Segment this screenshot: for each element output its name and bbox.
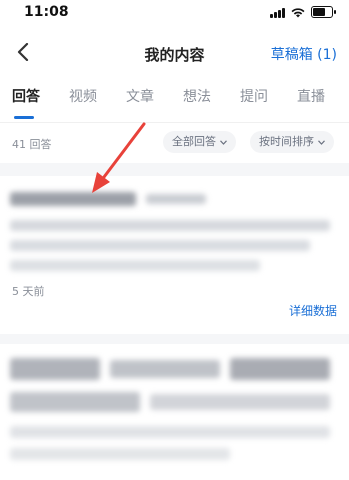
sort-dropdown[interactable]: 按时间排序 bbox=[250, 131, 334, 153]
sort-label: 按时间排序 bbox=[259, 135, 314, 148]
answer-count: 41 回答 bbox=[12, 138, 52, 151]
blurred-title-tail bbox=[146, 194, 206, 204]
blurred-title bbox=[230, 358, 330, 380]
cellular-signal-icon bbox=[270, 7, 285, 18]
blurred-title bbox=[10, 358, 100, 380]
chevron-down-icon bbox=[318, 139, 325, 145]
tab-videos[interactable]: 视频 bbox=[69, 86, 97, 106]
wifi-icon bbox=[291, 7, 305, 17]
tab-answers[interactable]: 回答 bbox=[12, 86, 40, 106]
battery-icon bbox=[311, 6, 336, 18]
blurred-text-line bbox=[10, 426, 330, 438]
tab-articles[interactable]: 文章 bbox=[126, 86, 154, 106]
detail-data-link[interactable]: 详细数据 bbox=[289, 302, 337, 319]
scope-filter-label: 全部回答 bbox=[172, 135, 216, 148]
status-bar: 11:08 bbox=[0, 0, 349, 26]
status-time: 11:08 bbox=[24, 4, 69, 20]
filter-bar: 41 回答 全部回答 按时间排序 bbox=[0, 122, 349, 163]
chevron-down-icon bbox=[220, 139, 227, 145]
status-icons bbox=[270, 6, 336, 18]
blurred-text-line bbox=[10, 448, 230, 460]
answer-card[interactable]: 5 天前 详细数据 bbox=[0, 176, 349, 334]
blurred-text-line bbox=[10, 392, 140, 412]
answer-time: 5 天前 bbox=[12, 285, 45, 298]
blurred-text-line bbox=[10, 220, 330, 231]
nav-bar: 我的内容 草稿箱 (1) bbox=[0, 26, 349, 82]
blurred-text-line bbox=[10, 240, 310, 251]
tab-questions[interactable]: 提问 bbox=[240, 86, 268, 106]
blurred-title bbox=[10, 192, 136, 206]
scope-filter-dropdown[interactable]: 全部回答 bbox=[163, 131, 236, 153]
active-tab-indicator bbox=[14, 116, 34, 119]
blurred-text-line bbox=[10, 260, 260, 271]
blurred-title bbox=[110, 360, 220, 378]
tab-live[interactable]: 直播 bbox=[297, 86, 325, 106]
tab-thoughts[interactable]: 想法 bbox=[183, 86, 211, 106]
answer-card[interactable] bbox=[0, 344, 349, 480]
blurred-text-line bbox=[150, 394, 330, 410]
content-tabs: 回答 视频 文章 想法 提问 直播 bbox=[0, 82, 349, 122]
drafts-button[interactable]: 草稿箱 (1) bbox=[271, 44, 337, 64]
